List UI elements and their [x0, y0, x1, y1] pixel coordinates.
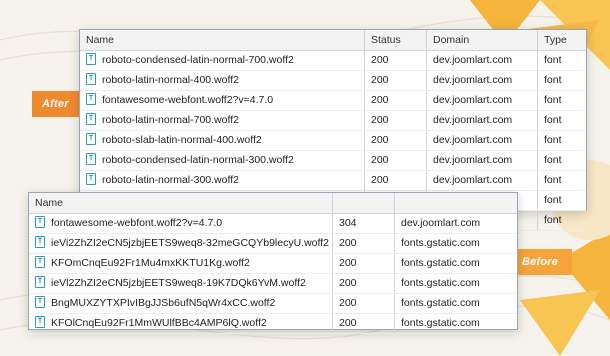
domain-cell: dev.joomlart.com: [427, 171, 538, 190]
status-cell: 200: [333, 274, 395, 293]
before-table-row[interactable]: KFOmCnqEu92Fr1Mu4mxKKTU1Kg.woff2 200 fonts…: [29, 254, 517, 274]
name-cell: roboto-condensed-latin-normal-700.woff2: [80, 51, 365, 70]
name-cell: KFOmCnqEu92Fr1Mu4mxKKTU1Kg.woff2: [29, 254, 333, 273]
font-file-icon: [35, 316, 45, 329]
after-table-row[interactable]: roboto-condensed-latin-normal-700.woff2 2…: [80, 51, 586, 71]
domain-cell: dev.joomlart.com: [427, 151, 538, 170]
file-name-text: roboto-latin-normal-300.woff2: [102, 174, 239, 186]
file-name-text: roboto-latin-normal-700.woff2: [102, 114, 239, 126]
column-header-status[interactable]: Status: [365, 30, 427, 50]
status-cell: 200: [333, 254, 395, 273]
type-cell: font: [544, 74, 562, 86]
domain-cell: dev.joomlart.com: [401, 217, 481, 229]
status-cell: 200: [365, 91, 427, 110]
before-table-row[interactable]: fontawesome-webfont.woff2?v=4.7.0 304 dev.…: [29, 214, 517, 234]
type-cell: font: [544, 214, 562, 226]
file-name-text: roboto-condensed-latin-normal-700.woff2: [102, 54, 294, 66]
font-file-icon: [86, 113, 96, 126]
after-table-row[interactable]: roboto-latin-normal-400.woff2 200dev.joom…: [80, 71, 586, 91]
name-cell: ieVi2ZhZI2eCN5jzbjEETS9weq8-32meGCQYb9le…: [29, 234, 333, 253]
column-header-domain[interactable]: Domain: [427, 30, 538, 50]
after-table-row[interactable]: roboto-slab-latin-normal-400.woff2 200dev…: [80, 131, 586, 151]
file-name-text: KFOmCnqEu92Fr1Mu4mxKKTU1Kg.woff2: [51, 257, 250, 269]
font-file-icon: [35, 216, 45, 229]
after-table-row[interactable]: roboto-condensed-latin-normal-300.woff2 2…: [80, 151, 586, 171]
file-name-text: ieVl2ZhZI2eCN5jzbjEETS9weq8-19K7DQk6YvM.…: [51, 277, 306, 289]
font-file-icon: [35, 256, 45, 269]
font-file-icon: [86, 173, 96, 186]
domain-cell: dev.joomlart.com: [427, 91, 538, 110]
type-cell: font: [544, 154, 562, 166]
status-cell: 200: [365, 71, 427, 90]
name-cell: roboto-latin-normal-700.woff2: [80, 111, 365, 130]
type-cell: font: [544, 54, 562, 66]
file-name-text: KFOlCnqEu92Fr1MmWUlfBBc4AMP6lQ.woff2: [51, 317, 267, 329]
status-cell: 200: [333, 234, 395, 253]
before-table-row[interactable]: ieVl2ZhZI2eCN5jzbjEETS9weq8-19K7DQk6YvM.…: [29, 274, 517, 294]
type-cell: font: [544, 174, 562, 186]
domain-cell: fonts.gstatic.com: [401, 297, 480, 309]
after-table-row[interactable]: roboto-latin-normal-300.woff2 200dev.joom…: [80, 171, 586, 191]
status-cell: 304: [333, 214, 395, 233]
after-table-row[interactable]: roboto-latin-normal-700.woff2 200dev.joom…: [80, 111, 586, 131]
domain-cell: dev.joomlart.com: [427, 111, 538, 130]
before-table-header: Name: [29, 193, 517, 214]
name-cell: fontawesome-webfont.woff2?v=4.7.0: [29, 214, 333, 233]
status-cell: 200: [365, 131, 427, 150]
name-cell: fontawesome-webfont.woff2?v=4.7.0: [80, 91, 365, 110]
after-table-row[interactable]: fontawesome-webfont.woff2?v=4.7.0 200dev.…: [80, 91, 586, 111]
name-cell: ieVl2ZhZI2eCN5jzbjEETS9weq8-19K7DQk6YvM.…: [29, 274, 333, 293]
before-table-row[interactable]: KFOlCnqEu92Fr1MmWUlfBBc4AMP6lQ.woff2 200 f…: [29, 314, 517, 334]
after-network-panel: Name Status Domain Type roboto-condensed…: [79, 29, 587, 231]
font-file-icon: [35, 276, 45, 289]
column-header-name[interactable]: Name: [80, 30, 365, 50]
status-cell: 200: [365, 171, 427, 190]
domain-cell: fonts.gstatic.com: [401, 237, 480, 249]
file-name-text: BngMUXZYTXPIvIBgJJSb6ufN5qWr4xCC.woff2: [51, 297, 276, 309]
before-table-row[interactable]: BngMUXZYTXPIvIBgJJSb6ufN5qWr4xCC.woff2 20…: [29, 294, 517, 314]
type-cell: font: [544, 134, 562, 146]
font-file-icon: [35, 236, 45, 249]
name-cell: KFOlCnqEu92Fr1MmWUlfBBc4AMP6lQ.woff2: [29, 314, 333, 333]
name-cell: roboto-slab-latin-normal-400.woff2: [80, 131, 365, 150]
before-table-row[interactable]: ieVi2ZhZI2eCN5jzbjEETS9weq8-32meGCQYb9le…: [29, 234, 517, 254]
after-table-header: Name Status Domain Type: [80, 30, 586, 51]
domain-cell: dev.joomlart.com: [427, 131, 538, 150]
file-name-text: roboto-latin-normal-400.woff2: [102, 74, 239, 86]
status-cell: 200: [365, 51, 427, 70]
name-cell: roboto-latin-normal-300.woff2: [80, 171, 365, 190]
file-name-text: ieVi2ZhZI2eCN5jzbjEETS9weq8-32meGCQYb9le…: [51, 237, 329, 249]
font-file-icon: [86, 133, 96, 146]
column-header-status[interactable]: [333, 193, 395, 213]
status-cell: 200: [333, 294, 395, 313]
domain-cell: fonts.gstatic.com: [401, 257, 480, 269]
type-cell: font: [544, 94, 562, 106]
status-cell: 200: [333, 314, 395, 333]
font-file-icon: [35, 296, 45, 309]
type-cell: font: [544, 114, 562, 126]
file-name-text: roboto-condensed-latin-normal-300.woff2: [102, 154, 294, 166]
domain-cell: dev.joomlart.com: [427, 71, 538, 90]
type-cell: font: [544, 194, 562, 206]
file-name-text: fontawesome-webfont.woff2?v=4.7.0: [51, 217, 223, 229]
status-cell: 200: [365, 111, 427, 130]
before-network-panel: Name fontawesome-webfont.woff2?v=4.7.0 30…: [28, 192, 518, 334]
status-cell: 200: [365, 151, 427, 170]
name-cell: roboto-latin-normal-400.woff2: [80, 71, 365, 90]
column-header-name[interactable]: Name: [29, 193, 333, 213]
font-file-icon: [86, 53, 96, 66]
column-header-type[interactable]: Type: [538, 30, 586, 50]
before-label: Before: [512, 249, 572, 275]
file-name-text: fontawesome-webfont.woff2?v=4.7.0: [102, 94, 274, 106]
domain-cell: fonts.gstatic.com: [401, 277, 480, 289]
column-header-domain[interactable]: [395, 193, 517, 213]
font-file-icon: [86, 73, 96, 86]
domain-cell: fonts.gstatic.com: [401, 317, 480, 329]
file-name-text: roboto-slab-latin-normal-400.woff2: [102, 134, 262, 146]
name-cell: BngMUXZYTXPIvIBgJJSb6ufN5qWr4xCC.woff2: [29, 294, 333, 313]
domain-cell: dev.joomlart.com: [427, 51, 538, 70]
font-file-icon: [86, 153, 96, 166]
name-cell: roboto-condensed-latin-normal-300.woff2: [80, 151, 365, 170]
font-file-icon: [86, 93, 96, 106]
